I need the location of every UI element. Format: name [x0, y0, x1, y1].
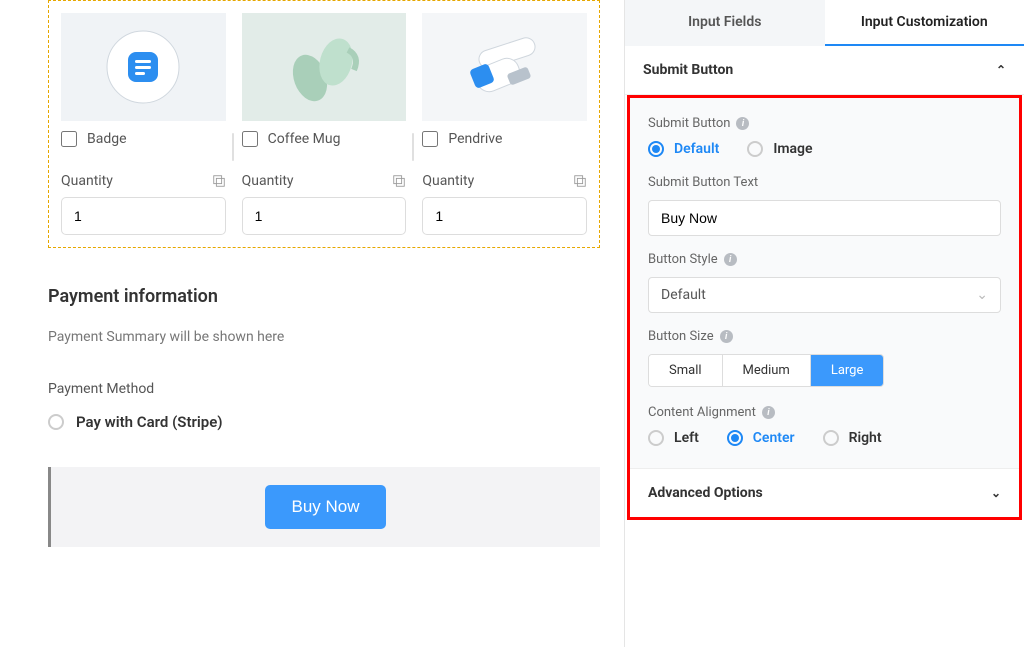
product-name: Badge: [87, 131, 127, 147]
alignment-group: Left Center Right: [648, 430, 1001, 446]
option-image[interactable]: Image: [747, 141, 812, 157]
quantity-input[interactable]: [242, 197, 407, 235]
mug-icon: [274, 22, 374, 112]
product-checkbox[interactable]: [61, 131, 77, 147]
product-checkbox-row[interactable]: Coffee Mug: [242, 131, 407, 147]
product-checkbox-row[interactable]: Pendrive: [422, 131, 587, 147]
submit-button-text-input[interactable]: [648, 200, 1001, 236]
setting-label-alignment: Content Alignment i: [648, 405, 1001, 420]
product-card: Pendrive: [422, 13, 587, 147]
product-name: Coffee Mug: [268, 131, 341, 147]
form-preview-panel: Badge Coffee Mug: [0, 0, 624, 647]
align-left[interactable]: Left: [648, 430, 699, 446]
button-style-select[interactable]: Default ⌄: [648, 277, 1001, 313]
setting-label-button-text: Submit Button Text: [648, 175, 1001, 190]
badge-icon: [104, 28, 182, 106]
quantity-input[interactable]: [422, 197, 587, 235]
chevron-up-icon: ⌃: [996, 63, 1006, 77]
quantity-label: Quantity: [61, 173, 113, 189]
quantity-field: Quantity: [422, 173, 587, 235]
product-checkbox[interactable]: [422, 131, 438, 147]
info-icon[interactable]: i: [736, 117, 749, 130]
accordion-submit-button[interactable]: Submit Button ⌃: [625, 46, 1024, 95]
submit-button-type-group: Default Image: [648, 141, 1001, 157]
products-container: Badge Coffee Mug: [48, 0, 600, 248]
payment-method-option[interactable]: Pay with Card (Stripe): [48, 413, 600, 431]
divider: [232, 133, 234, 161]
quantity-field: Quantity: [242, 173, 407, 235]
chevron-down-icon: ⌄: [991, 486, 1001, 500]
quantity-field: Quantity: [61, 173, 226, 235]
button-size-segment: Small Medium Large: [648, 354, 884, 387]
info-icon[interactable]: i: [720, 330, 733, 343]
divider: [412, 133, 414, 161]
setting-label-button-size: Button Size i: [648, 329, 1001, 344]
align-center[interactable]: Center: [727, 430, 795, 446]
info-icon[interactable]: i: [762, 406, 775, 419]
product-checkbox[interactable]: [242, 131, 258, 147]
radio-icon: [648, 141, 664, 157]
sidebar-tabs: Input Fields Input Customization: [625, 0, 1024, 46]
radio-icon: [823, 430, 839, 446]
setting-label-button-style: Button Style i: [648, 252, 1001, 267]
size-large[interactable]: Large: [811, 355, 884, 386]
field-settings-icon[interactable]: [392, 174, 406, 188]
radio-icon: [747, 141, 763, 157]
buy-now-button[interactable]: Buy Now: [265, 485, 385, 529]
radio-icon: [727, 430, 743, 446]
chevron-down-icon: ⌄: [976, 287, 988, 303]
tab-input-customization[interactable]: Input Customization: [825, 0, 1024, 46]
product-image-mug: [242, 13, 407, 121]
payment-summary-placeholder: Payment Summary will be shown here: [48, 329, 600, 345]
field-settings-icon[interactable]: [573, 174, 587, 188]
radio-icon: [48, 414, 64, 430]
align-right[interactable]: Right: [823, 430, 882, 446]
highlight-annotation: Submit Button i Default Image Submit But…: [627, 95, 1022, 520]
product-name: Pendrive: [448, 131, 502, 147]
option-default[interactable]: Default: [648, 141, 719, 157]
quantity-label: Quantity: [422, 173, 474, 189]
setting-label-submit-button: Submit Button i: [648, 116, 1001, 131]
tab-input-fields[interactable]: Input Fields: [625, 0, 825, 46]
payment-method-label: Payment Method: [48, 381, 600, 397]
submit-button-container: Buy Now: [48, 467, 600, 547]
radio-icon: [648, 430, 664, 446]
product-card: Badge: [61, 13, 226, 147]
pendrive-icon: [450, 22, 560, 112]
product-image-pendrive: [422, 13, 587, 121]
info-icon[interactable]: i: [724, 253, 737, 266]
settings-sidebar: Input Fields Input Customization Submit …: [624, 0, 1024, 647]
accordion-title: Advanced Options: [648, 485, 763, 501]
product-card: Coffee Mug: [242, 13, 407, 147]
product-checkbox-row[interactable]: Badge: [61, 131, 226, 147]
submit-button-settings: Submit Button i Default Image Submit But…: [630, 98, 1019, 468]
quantity-input[interactable]: [61, 197, 226, 235]
accordion-title: Submit Button: [643, 62, 733, 78]
product-image-badge: [61, 13, 226, 121]
payment-info-title: Payment information: [48, 286, 600, 307]
field-settings-icon[interactable]: [212, 174, 226, 188]
size-medium[interactable]: Medium: [723, 355, 811, 386]
size-small[interactable]: Small: [649, 355, 723, 386]
quantity-label: Quantity: [242, 173, 294, 189]
accordion-advanced-options[interactable]: Advanced Options ⌄: [630, 468, 1019, 517]
payment-method-text: Pay with Card (Stripe): [76, 413, 223, 431]
